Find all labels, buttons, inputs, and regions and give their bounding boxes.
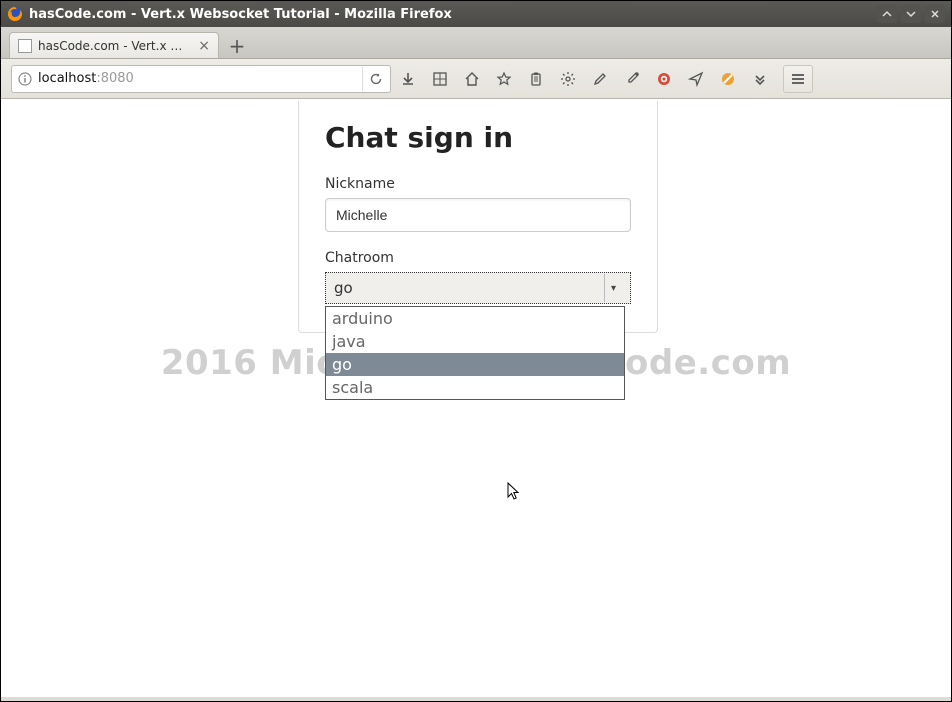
tab-close-icon[interactable]: × — [198, 38, 210, 54]
chatroom-label: Chatroom — [325, 250, 631, 266]
toolbar-icons — [397, 68, 771, 90]
address-bar[interactable]: localhost:8080 — [11, 65, 391, 93]
option-arduino[interactable]: arduino — [326, 307, 624, 330]
gear-icon[interactable] — [557, 68, 579, 90]
site-favicon — [18, 39, 32, 53]
bookmark-star-icon[interactable] — [493, 68, 515, 90]
window-title: hasCode.com - Vert.x Websocket Tutorial … — [29, 7, 877, 22]
close-button[interactable] — [925, 5, 945, 23]
firefox-icon — [7, 6, 23, 22]
hamburger-menu-button[interactable] — [783, 65, 813, 93]
adblock-icon[interactable] — [653, 68, 675, 90]
tab-title: hasCode.com - Vert.x W... — [38, 39, 192, 53]
site-identity-icon[interactable] — [18, 72, 32, 86]
send-icon[interactable] — [685, 68, 707, 90]
overflow-icon[interactable] — [749, 68, 771, 90]
clipboard-icon[interactable] — [525, 68, 547, 90]
active-tab[interactable]: hasCode.com - Vert.x W... × — [9, 32, 219, 58]
chatroom-dropdown: arduino java go scala — [325, 306, 625, 400]
eyedropper-icon[interactable] — [621, 68, 643, 90]
option-go[interactable]: go — [326, 353, 624, 376]
chatroom-selected-value: go — [334, 279, 353, 297]
window-titlebar: hasCode.com - Vert.x Websocket Tutorial … — [1, 1, 951, 27]
nickname-label: Nickname — [325, 176, 631, 192]
chevron-down-icon[interactable]: ▾ — [604, 274, 622, 302]
url-port: :8080 — [96, 71, 133, 86]
pencil-icon[interactable] — [589, 68, 611, 90]
status-bar — [1, 697, 951, 701]
tile-view-icon[interactable] — [429, 68, 451, 90]
chatroom-select-box[interactable]: go ▾ — [325, 272, 631, 304]
noscript-icon[interactable] — [717, 68, 739, 90]
browser-viewport: 2016 Micha Kops / hasCode.com Chat sign … — [1, 99, 951, 697]
option-scala[interactable]: scala — [326, 376, 624, 399]
tab-strip: hasCode.com - Vert.x W... × + — [1, 27, 951, 59]
mouse-cursor-icon — [507, 482, 523, 506]
option-java[interactable]: java — [326, 330, 624, 353]
new-tab-button[interactable]: + — [223, 34, 251, 58]
navigation-toolbar: localhost:8080 — [1, 59, 951, 99]
download-icon[interactable] — [397, 68, 419, 90]
minimize-button[interactable] — [877, 5, 897, 23]
url-host: localhost — [38, 71, 96, 86]
maximize-button[interactable] — [901, 5, 921, 23]
signin-panel: Chat sign in Nickname Chatroom go ▾ ardu… — [298, 101, 658, 333]
firefox-window: hasCode.com - Vert.x Websocket Tutorial … — [0, 0, 952, 702]
page-heading: Chat sign in — [325, 121, 631, 154]
reload-button[interactable] — [362, 67, 388, 91]
nickname-input[interactable] — [325, 198, 631, 232]
home-icon[interactable] — [461, 68, 483, 90]
window-controls — [877, 5, 945, 23]
chatroom-select[interactable]: go ▾ arduino java go scala — [325, 272, 631, 304]
